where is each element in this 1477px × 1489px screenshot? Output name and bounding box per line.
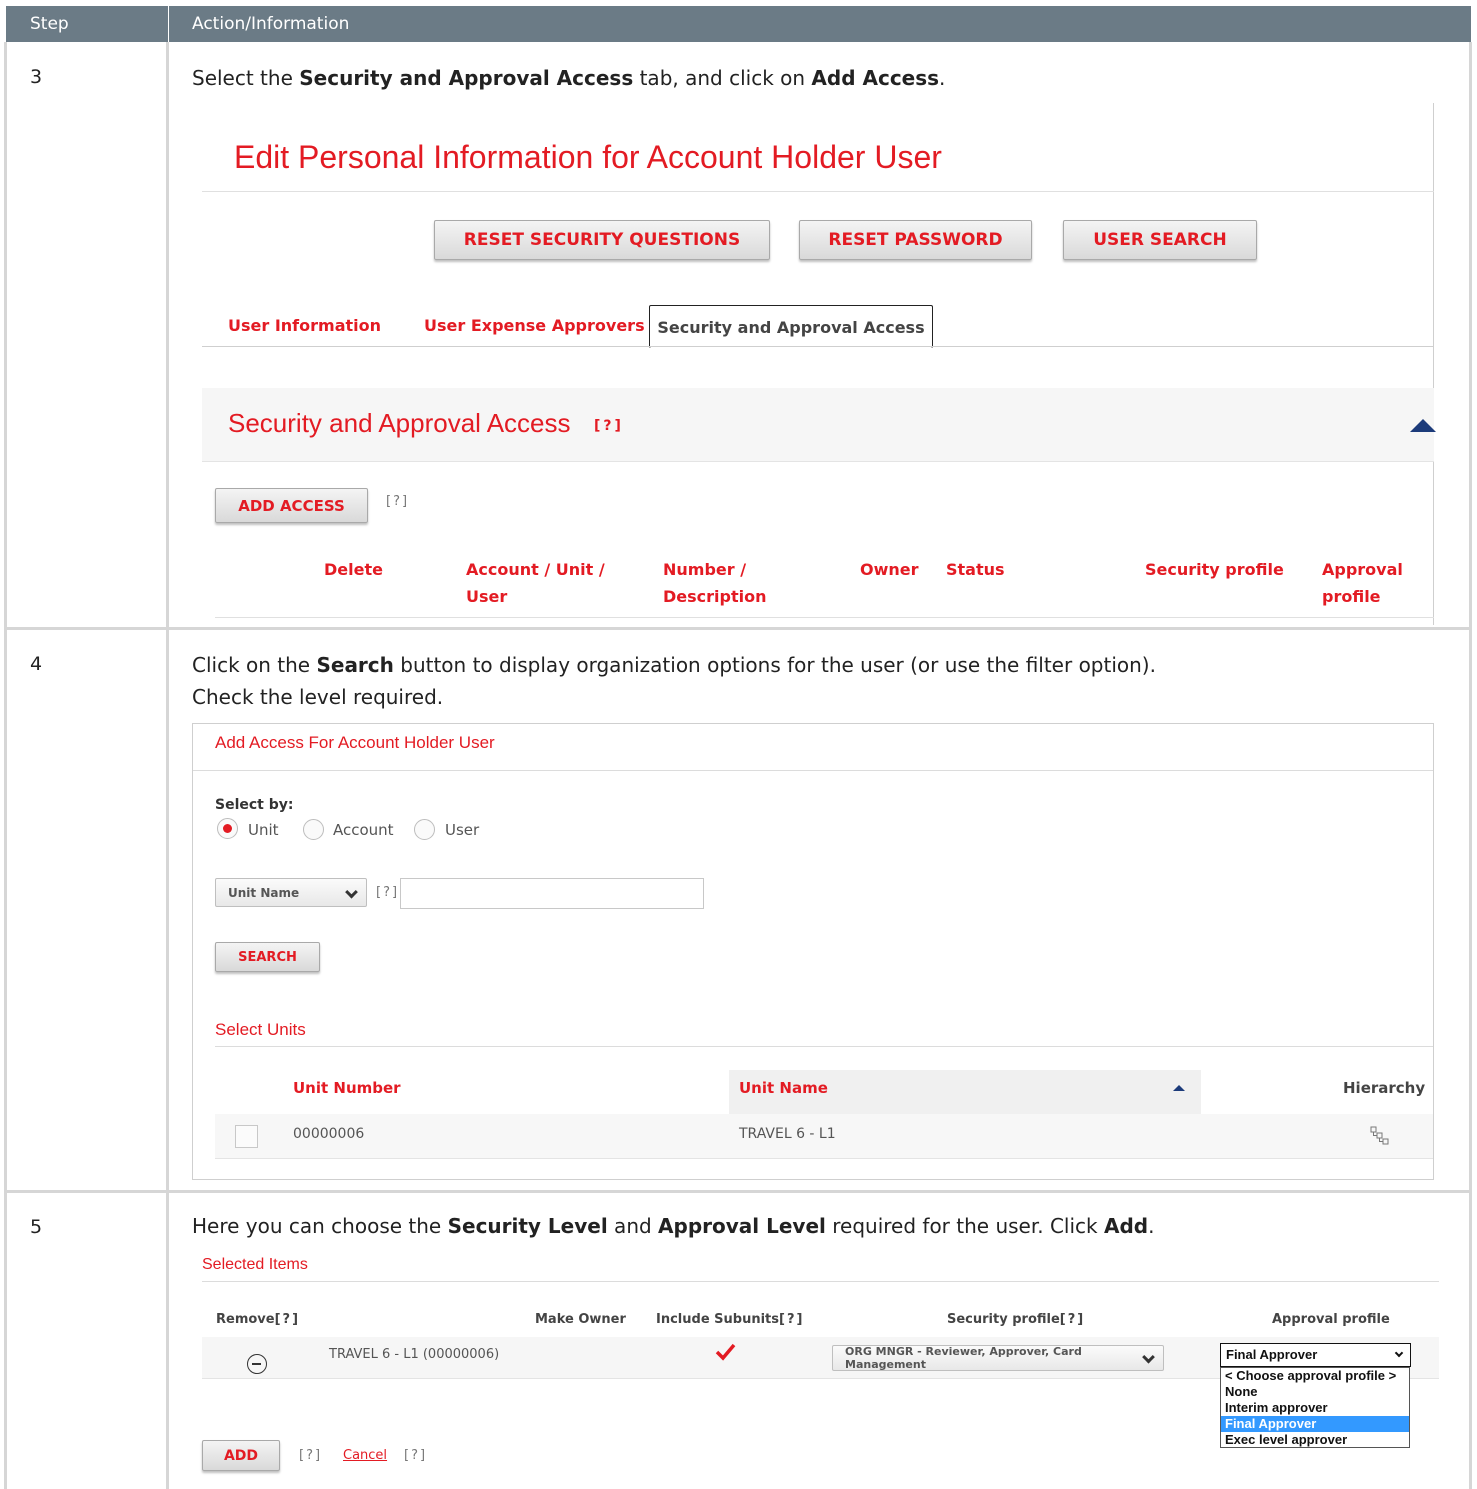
add-access-button[interactable]: ADD ACCESS (215, 488, 368, 523)
sort-ascending-icon (1173, 1085, 1185, 1091)
step-number: 5 (30, 1216, 43, 1238)
step-instruction: Here you can choose the Security Level a… (192, 1214, 1155, 1238)
help-link[interactable]: [?] (376, 885, 399, 900)
cancel-link[interactable]: Cancel (343, 1448, 387, 1463)
dropdown-option[interactable]: Interim approver (1221, 1400, 1409, 1416)
col-unit-number[interactable]: Unit Number (293, 1079, 401, 1097)
col-approval-profile: Approval profile (1322, 560, 1403, 606)
search-button[interactable]: SEARCH (215, 942, 320, 972)
col-include-subunits: Include Subunits[?] (656, 1312, 805, 1327)
chevron-down-icon (345, 885, 358, 898)
tab-user-expense-approvers[interactable]: User Expense Approvers (424, 316, 645, 335)
dropdown-option[interactable]: Exec level approver (1221, 1432, 1409, 1448)
col-remove: Remove[?] (216, 1312, 301, 1327)
security-profile-select[interactable]: ORG MNGR - Reviewer, Approver, Card Mana… (832, 1345, 1164, 1371)
col-approval-profile: Approval profile (1272, 1312, 1390, 1327)
tab-security-and-approval-access[interactable]: Security and Approval Access (649, 305, 933, 348)
hierarchy-icon[interactable] (1369, 1125, 1393, 1147)
filter-text-input[interactable] (400, 878, 704, 909)
radio-user[interactable] (414, 819, 435, 840)
row-divider-3-4 (4, 627, 1472, 630)
radio-account-label: Account (333, 821, 394, 839)
col-owner: Owner (860, 560, 919, 579)
screenshot-edit-personal-info: Edit Personal Information for Account Ho… (192, 103, 1436, 625)
col-hierarchy: Hierarchy (1343, 1079, 1426, 1097)
unit-number-cell: 00000006 (293, 1126, 365, 1142)
help-link[interactable]: [?] (386, 494, 409, 509)
col-security-profile: Security profile[?] (947, 1312, 1086, 1327)
step-instruction: Select the Security and Approval Access … (192, 66, 946, 90)
panel-title: Add Access For Account Holder User (215, 733, 495, 752)
chevron-down-icon (1394, 1348, 1404, 1358)
section-title: Security and Approval Access (228, 408, 571, 438)
divider (202, 1281, 1439, 1282)
step-number: 3 (30, 66, 43, 88)
divider (193, 770, 1433, 771)
table-left-border (4, 42, 7, 1489)
dropdown-option[interactable]: None (1221, 1384, 1409, 1400)
col-make-owner: Make Owner (535, 1312, 626, 1327)
radio-unit[interactable] (217, 818, 238, 839)
select-units-title: Select Units (215, 1020, 306, 1039)
user-search-button[interactable]: USER SEARCH (1063, 220, 1257, 260)
col-number-description: Number / Description (663, 560, 767, 606)
step-number: 4 (30, 653, 43, 675)
row-checkbox[interactable] (235, 1125, 258, 1148)
column-divider (166, 42, 169, 1489)
table-right-border (1469, 42, 1472, 1489)
divider (202, 191, 1434, 192)
selected-item-name: TRAVEL 6 - L1 (00000006) (329, 1347, 500, 1362)
col-step-header: Step (30, 14, 69, 34)
dropdown-option-selected[interactable]: Final Approver (1221, 1416, 1409, 1432)
reset-security-questions-button[interactable]: RESET SECURITY QUESTIONS (434, 220, 770, 260)
approval-profile-select[interactable]: Final Approver (1220, 1343, 1411, 1367)
col-delete: Delete (324, 560, 383, 579)
help-link[interactable]: [?] (594, 418, 624, 434)
radio-user-label: User (445, 821, 480, 839)
step-instruction-line2: Check the level required. (192, 685, 444, 709)
add-button[interactable]: ADD (202, 1440, 280, 1471)
col-unit-name[interactable]: Unit Name (739, 1079, 828, 1097)
remove-minus-icon[interactable] (247, 1354, 267, 1374)
screenshot-add-access: Add Access For Account Holder User Selec… (192, 723, 1434, 1180)
col-status: Status (946, 560, 1005, 579)
row-divider-4-5 (4, 1190, 1472, 1193)
page-title: Edit Personal Information for Account Ho… (234, 139, 942, 175)
col-action-header: Action/Information (192, 14, 350, 34)
col-account-unit-user: Account / Unit / User (466, 560, 605, 606)
unit-name-cell: TRAVEL 6 - L1 (739, 1126, 836, 1142)
include-subunits-checkmark-icon[interactable] (714, 1341, 736, 1363)
radio-unit-label: Unit (248, 821, 279, 839)
divider (215, 1046, 1433, 1047)
reset-password-button[interactable]: RESET PASSWORD (799, 220, 1032, 260)
select-by-label: Select by: (215, 797, 294, 813)
help-link[interactable]: [?] (299, 1448, 322, 1463)
dropdown-option[interactable]: < Choose approval profile > (1221, 1368, 1409, 1384)
divider (215, 617, 1434, 618)
collapse-arrow-icon[interactable] (1410, 419, 1436, 432)
filter-type-select[interactable]: Unit Name (215, 878, 367, 907)
help-link[interactable]: [?] (404, 1448, 427, 1463)
header-divider (168, 6, 169, 42)
table-row: 00000006 TRAVEL 6 - L1 (215, 1114, 1433, 1159)
panel-title: Selected Items (202, 1256, 308, 1273)
approval-profile-dropdown: < Choose approval profile > None Interim… (1220, 1367, 1410, 1448)
tab-user-information[interactable]: User Information (228, 316, 381, 335)
tab-bar-line (202, 346, 1434, 347)
col-security-profile: Security profile (1145, 560, 1284, 579)
screenshot-selected-items: Selected Items Remove[?] Make Owner Incl… (192, 1250, 1442, 1489)
section-header: Security and Approval Access [?] (202, 388, 1436, 462)
step-instruction: Click on the Search button to display or… (192, 653, 1156, 677)
radio-account[interactable] (303, 819, 324, 840)
